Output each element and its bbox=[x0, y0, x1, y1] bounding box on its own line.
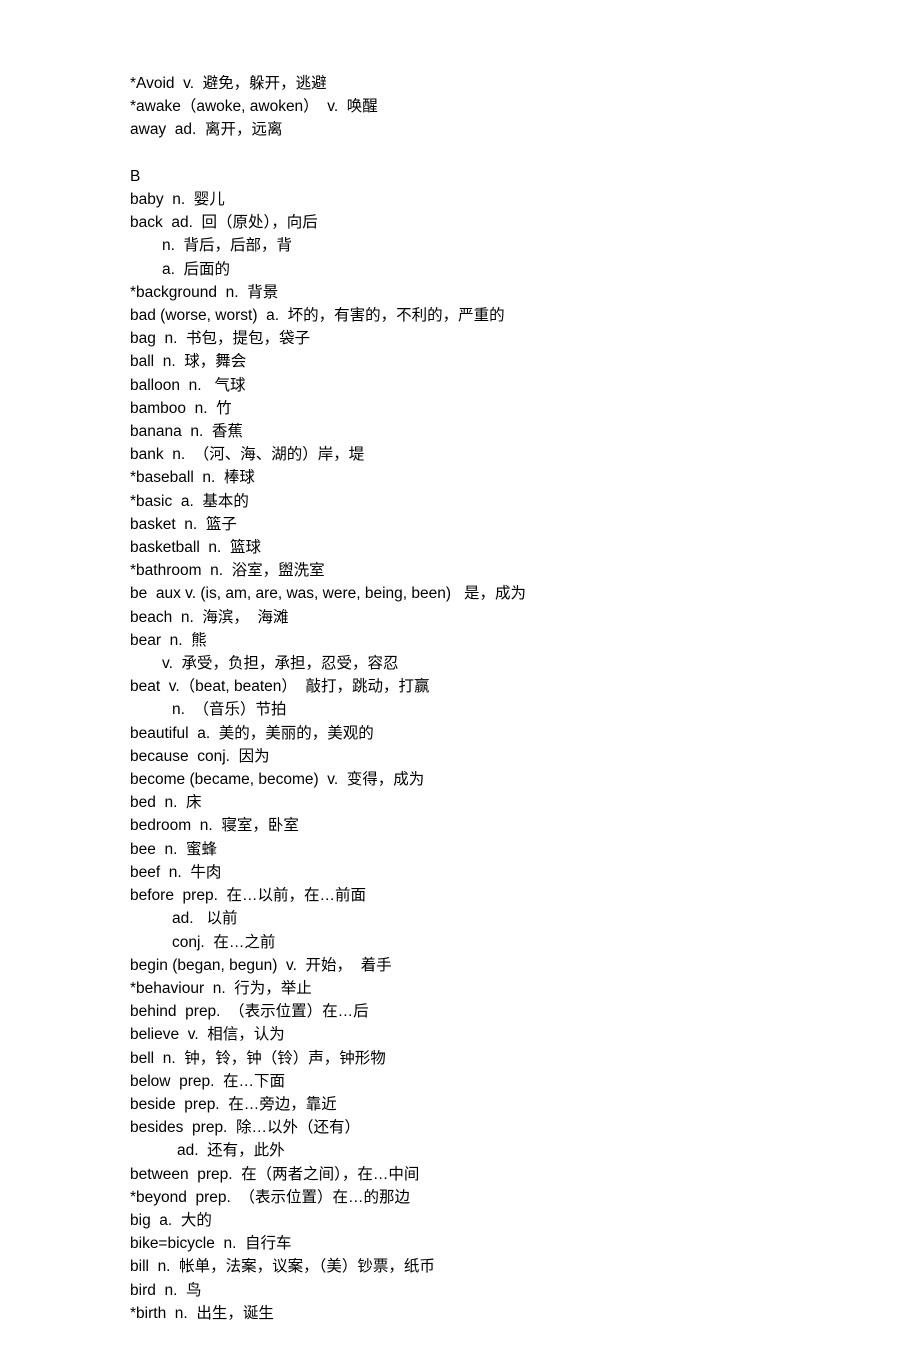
vocab-line: bee n. 蜜蜂 bbox=[130, 838, 890, 861]
vocab-line: conj. 在…之前 bbox=[130, 931, 890, 954]
vocab-line: baby n. 婴儿 bbox=[130, 188, 890, 211]
vocab-line: bill n. 帐单，法案，议案，（美）钞票，纸币 bbox=[130, 1255, 890, 1278]
blank-line bbox=[130, 142, 890, 165]
vocab-line: *birth n. 出生，诞生 bbox=[130, 1302, 890, 1325]
vocab-line: bird n. 鸟 bbox=[130, 1279, 890, 1302]
vocab-line: n. 背后，后部，背 bbox=[130, 234, 890, 257]
vocab-line: ad. 还有，此外 bbox=[130, 1139, 890, 1162]
vocab-line: believe v. 相信，认为 bbox=[130, 1023, 890, 1046]
vocab-line: between prep. 在（两者之间），在…中间 bbox=[130, 1163, 890, 1186]
vocab-line: bad (worse, worst) a. 坏的，有害的，不利的，严重的 bbox=[130, 304, 890, 327]
vocab-line: beach n. 海滨， 海滩 bbox=[130, 606, 890, 629]
vocab-line: *basic a. 基本的 bbox=[130, 490, 890, 513]
vocab-line: away ad. 离开，远离 bbox=[130, 118, 890, 141]
vocab-line: be aux v. (is, am, are, was, were, being… bbox=[130, 582, 890, 605]
vocab-line: besides prep. 除…以外（还有） bbox=[130, 1116, 890, 1139]
vocab-line: *baseball n. 棒球 bbox=[130, 466, 890, 489]
vocab-line: *awake（awoke, awoken） v. 唤醒 bbox=[130, 95, 890, 118]
vocab-line: n. （音乐）节拍 bbox=[130, 698, 890, 721]
vocab-line: balloon n. 气球 bbox=[130, 374, 890, 397]
document-page: *Avoid v. 避免，躲开，逃避*awake（awoke, awoken） … bbox=[0, 0, 890, 1365]
vocab-line: behind prep. （表示位置）在…后 bbox=[130, 1000, 890, 1023]
vocab-line: a. 后面的 bbox=[130, 258, 890, 281]
vocab-line: bank n. （河、海、湖的）岸，堤 bbox=[130, 443, 890, 466]
vocab-line: bag n. 书包，提包，袋子 bbox=[130, 327, 890, 350]
vocab-line: B bbox=[130, 165, 890, 188]
vocab-line: because conj. 因为 bbox=[130, 745, 890, 768]
vocab-line: bell n. 钟，铃，钟（铃）声，钟形物 bbox=[130, 1047, 890, 1070]
vocab-line: bedroom n. 寝室，卧室 bbox=[130, 814, 890, 837]
vocab-line: below prep. 在…下面 bbox=[130, 1070, 890, 1093]
vocab-line: become (became, become) v. 变得，成为 bbox=[130, 768, 890, 791]
vocab-line: v. 承受，负担，承担，忍受，容忍 bbox=[130, 652, 890, 675]
vocab-line: beside prep. 在…旁边，靠近 bbox=[130, 1093, 890, 1116]
vocab-line: *Avoid v. 避免，躲开，逃避 bbox=[130, 72, 890, 95]
vocab-line: beef n. 牛肉 bbox=[130, 861, 890, 884]
vocab-line: back ad. 回（原处），向后 bbox=[130, 211, 890, 234]
vocab-line: beat v.（beat, beaten） 敲打，跳动，打赢 bbox=[130, 675, 890, 698]
vocab-line: bike=bicycle n. 自行车 bbox=[130, 1232, 890, 1255]
vocab-line: *background n. 背景 bbox=[130, 281, 890, 304]
vocab-line: bed n. 床 bbox=[130, 791, 890, 814]
vocab-line: ad. 以前 bbox=[130, 907, 890, 930]
vocab-line: ball n. 球，舞会 bbox=[130, 350, 890, 373]
vocab-line: basket n. 篮子 bbox=[130, 513, 890, 536]
vocab-line: bear n. 熊 bbox=[130, 629, 890, 652]
vocab-line: *bathroom n. 浴室，盥洗室 bbox=[130, 559, 890, 582]
vocab-line: begin (began, begun) v. 开始， 着手 bbox=[130, 954, 890, 977]
vocab-line: *beyond prep. （表示位置）在…的那边 bbox=[130, 1186, 890, 1209]
vocab-line: bamboo n. 竹 bbox=[130, 397, 890, 420]
vocab-line: basketball n. 篮球 bbox=[130, 536, 890, 559]
vocab-line: *behaviour n. 行为，举止 bbox=[130, 977, 890, 1000]
vocab-line: beautiful a. 美的，美丽的，美观的 bbox=[130, 722, 890, 745]
vocab-line: big a. 大的 bbox=[130, 1209, 890, 1232]
vocab-line: before prep. 在…以前，在…前面 bbox=[130, 884, 890, 907]
vocab-line: banana n. 香蕉 bbox=[130, 420, 890, 443]
